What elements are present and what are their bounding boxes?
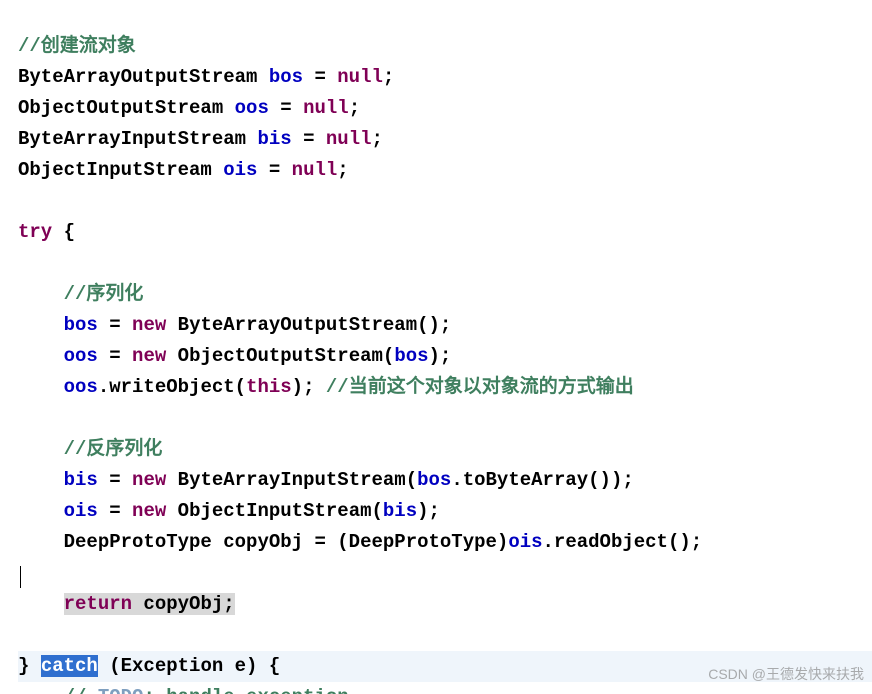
code-line: return copyObj; (18, 593, 235, 615)
comment: //序列化 (18, 283, 143, 305)
code-line: ByteArrayInputStream bis = null; (18, 128, 383, 150)
code-line: // TODO: handle exception (18, 686, 349, 694)
comment: //反序列化 (18, 438, 162, 460)
comment: //当前这个对象以对象流的方式输出 (326, 376, 634, 398)
code-line: ObjectOutputStream oos = null; (18, 97, 360, 119)
code-line: //序列化 (18, 283, 143, 305)
code-line: oos.writeObject(this); //当前这个对象以对象流的方式输出 (18, 376, 634, 398)
code-line: //反序列化 (18, 438, 162, 460)
blank-line (18, 407, 29, 429)
code-line: ByteArrayOutputStream bos = null; (18, 66, 394, 88)
watermark: CSDN @王德发快来扶我 (708, 664, 864, 684)
code-line: oos = new ObjectOutputStream(bos); (18, 345, 451, 367)
code-line: DeepProtoType copyObj = (DeepProtoType)o… (18, 531, 702, 553)
text-cursor (20, 566, 21, 588)
code-line: ObjectInputStream ois = null; (18, 159, 349, 181)
code-line: try { (18, 221, 75, 243)
comment: //创建流对象 (18, 35, 136, 57)
code-line: bis = new ByteArrayInputStream(bos.toByt… (18, 469, 634, 491)
code-editor[interactable]: //创建流对象 ByteArrayOutputStream bos = null… (0, 0, 872, 694)
code-line: //创建流对象 (18, 35, 136, 57)
blank-line (18, 190, 29, 212)
blank-line (18, 252, 29, 274)
selection: catch (41, 655, 98, 677)
code-line: bos = new ByteArrayOutputStream(); (18, 314, 451, 336)
blank-line (18, 624, 29, 646)
code-line: ois = new ObjectInputStream(bis); (18, 500, 440, 522)
